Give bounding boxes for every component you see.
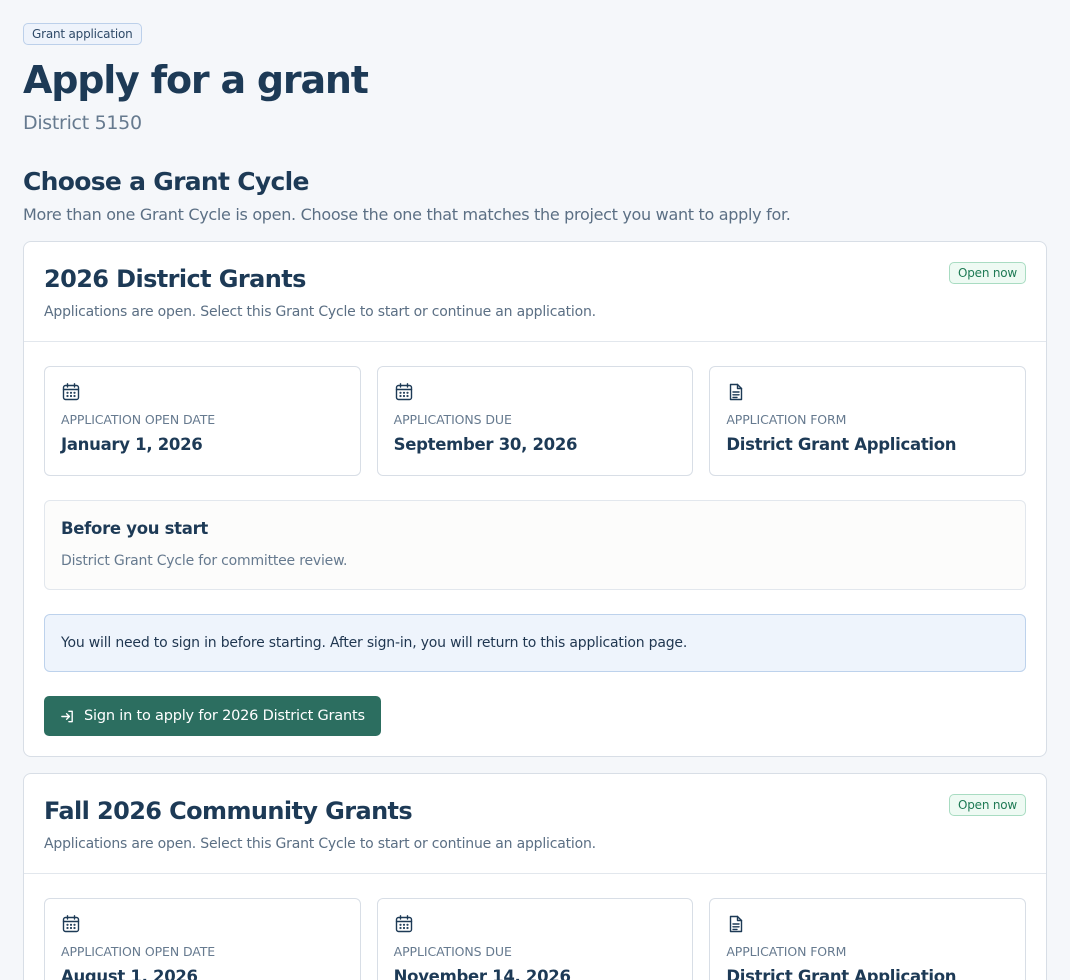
grant-cycle-card: Fall 2026 Community Grants Applications … — [23, 773, 1047, 980]
open-date-label: Application open date — [61, 412, 216, 427]
calendar-icon — [395, 383, 412, 401]
before-you-start-text: District Grant Cycle for committee revie… — [61, 553, 348, 569]
application-form-box: Application form District Grant Applicat… — [709, 366, 1027, 476]
due-date-value: September 30, 2026 — [393, 435, 578, 454]
application-form-label: Application form — [726, 412, 847, 427]
grant-cycle-description: Applications are open. Select this Grant… — [44, 836, 596, 852]
open-date-label: Application open date — [61, 944, 216, 959]
due-date-label: Applications due — [393, 412, 512, 427]
grant-cycle-description: Applications are open. Select this Grant… — [44, 304, 596, 320]
open-now-badge: Open now — [948, 262, 1026, 284]
page-title: Apply for a grant — [23, 58, 369, 102]
section-description: More than one Grant Cycle is open. Choos… — [23, 205, 791, 224]
due-date-label: Applications due — [393, 944, 512, 959]
document-icon — [730, 383, 743, 401]
before-you-start-title: Before you start — [61, 519, 209, 538]
application-form-box: Application form District Grant Applicat… — [709, 898, 1027, 980]
grant-cycle-title: 2026 District Grants — [44, 265, 306, 293]
sign-in-notice: You will need to sign in before starting… — [44, 614, 1026, 672]
sign-in-to-apply-label: Sign in to apply for 2026 District Grant… — [84, 708, 365, 724]
grant-cycle-header: Fall 2026 Community Grants Applications … — [24, 774, 1046, 874]
grant-cycle-title: Fall 2026 Community Grants — [44, 797, 413, 825]
application-form-value: District Grant Application — [726, 435, 957, 454]
open-date-value: January 1, 2026 — [61, 435, 203, 454]
open-date-box: Application open date August 1, 2026 — [44, 898, 361, 980]
page: Grant application Apply for a grant Dist… — [0, 0, 1070, 980]
calendar-icon — [62, 383, 80, 401]
application-form-value: District Grant Application — [726, 967, 957, 980]
open-date-value: August 1, 2026 — [61, 967, 198, 980]
grant-cycle-card: 2026 District Grants Applications are op… — [23, 241, 1047, 757]
grant-cycle-info-row: Application open date January 1, 2026 — [44, 366, 1027, 476]
sign-in-to-apply-button[interactable]: Sign in to apply for 2026 District Grant… — [44, 696, 381, 736]
document-icon — [730, 915, 743, 933]
open-date-box: Application open date January 1, 2026 — [44, 366, 361, 476]
due-date-box: Applications due November 14, 2026 — [376, 898, 694, 980]
grant-cycle-body: Application open date January 1, 2026 — [24, 342, 1046, 756]
application-form-label: Application form — [726, 944, 847, 959]
calendar-icon — [62, 915, 80, 933]
before-you-start-box: Before you start District Grant Cycle fo… — [44, 500, 1026, 590]
district-subtitle: District 5150 — [23, 112, 142, 134]
grant-cycle-header: 2026 District Grants Applications are op… — [24, 242, 1046, 342]
sign-in-icon — [61, 710, 73, 722]
calendar-icon — [395, 915, 412, 933]
open-now-badge: Open now — [948, 794, 1026, 816]
due-date-box: Applications due September 30, 2026 — [376, 366, 694, 476]
grant-cycle-info-row: Application open date August 1, 2026 — [44, 898, 1027, 980]
grant-cycle-body: Application open date August 1, 2026 — [24, 874, 1046, 980]
section-title: Choose a Grant Cycle — [23, 167, 309, 196]
grant-application-tag: Grant application — [23, 23, 142, 45]
due-date-value: November 14, 2026 — [393, 967, 571, 980]
